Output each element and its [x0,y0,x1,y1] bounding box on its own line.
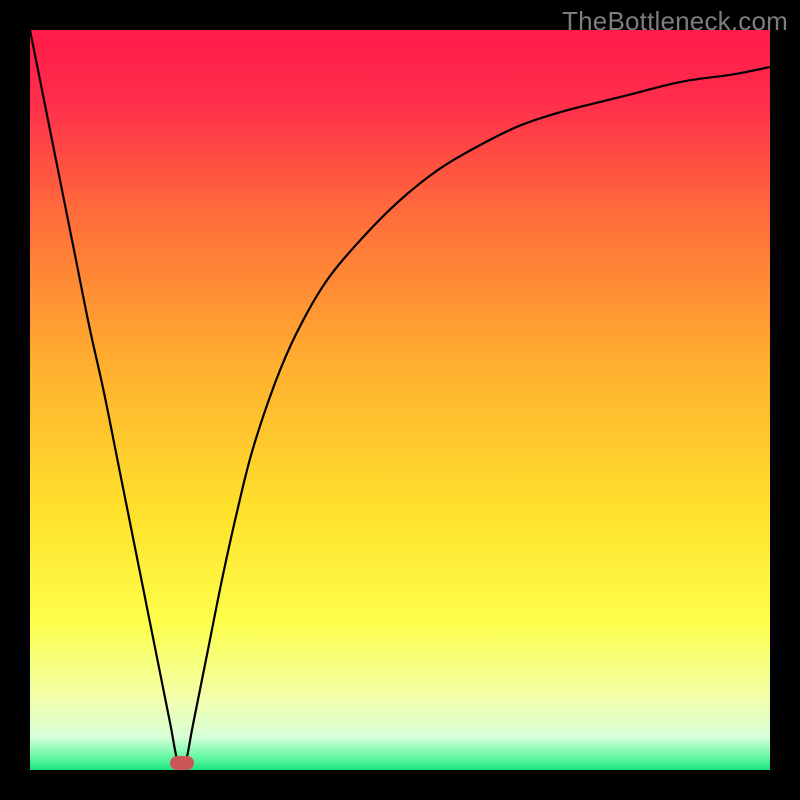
min-marker [170,756,194,770]
chart-frame: TheBottleneck.com [0,0,800,800]
curve-svg [30,30,770,770]
watermark-text: TheBottleneck.com [562,6,788,37]
plot-area [30,30,770,770]
